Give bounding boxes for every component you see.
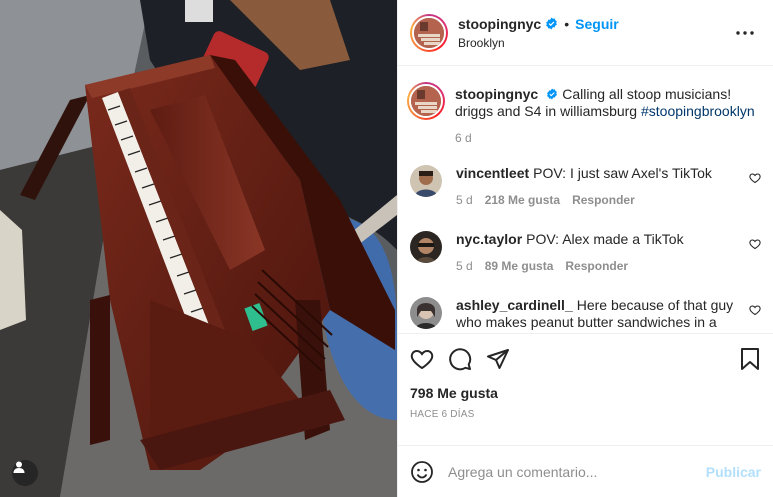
author-avatar[interactable] (410, 13, 448, 52)
verified-badge-icon (546, 88, 558, 100)
comment-input[interactable] (448, 463, 706, 480)
person-icon (13, 461, 25, 473)
post-location[interactable]: Brooklyn (458, 36, 733, 50)
comments-list[interactable]: stoopingnyc Calling all stoop musicians! … (398, 66, 773, 333)
commenter-username[interactable]: nyc.taylor (456, 231, 522, 247)
commenter-username[interactable]: ashley_cardinell_ (456, 297, 573, 313)
save-bookmark-icon[interactable] (739, 347, 761, 371)
post-caption: stoopingnyc Calling all stoop musicians! … (407, 82, 761, 147)
emoji-icon[interactable] (410, 460, 434, 484)
commenter-avatar[interactable] (410, 165, 442, 197)
piano-photo-illustration (0, 0, 397, 497)
verified-badge-icon (545, 17, 558, 30)
comment-likes[interactable]: 218 Me gusta (485, 192, 560, 209)
comment-text: POV: Alex made a TikTok (526, 231, 684, 247)
share-send-icon[interactable] (486, 347, 510, 371)
comment-age: 5 d (456, 193, 473, 207)
more-options-button[interactable] (733, 21, 757, 45)
publish-comment-button[interactable]: Publicar (706, 464, 761, 480)
stoop-avatar-image (411, 86, 441, 116)
commenter-avatar[interactable] (410, 297, 442, 329)
tagged-users-button[interactable] (12, 460, 38, 486)
caption-hashtag-link[interactable]: #stoopingbrooklyn (641, 103, 755, 119)
avatar-image (410, 165, 442, 197)
instagram-post-modal: stoopingnyc • Seguir Brooklyn stoopingny… (0, 0, 773, 497)
stoop-avatar-image (414, 17, 444, 48)
ellipsis-icon (736, 30, 754, 35)
post-details-panel: stoopingnyc • Seguir Brooklyn stoopingny… (397, 0, 773, 497)
comment-item: ashley_cardinell_ Here because of that gu… (410, 297, 761, 331)
comment-bubble-icon[interactable] (448, 347, 472, 371)
caption-username[interactable]: stoopingnyc (455, 86, 538, 102)
follow-button[interactable]: Seguir (575, 16, 619, 32)
separator-dot: • (564, 15, 570, 32)
add-comment-bar: Publicar (398, 445, 773, 497)
comment-age: 5 d (456, 259, 473, 273)
commenter-avatar[interactable] (410, 231, 442, 263)
post-timestamp: HACE 6 DÍAS (410, 409, 475, 420)
reply-button[interactable]: Responder (572, 192, 635, 209)
comment-text: POV: I just saw Axel's TikTok (533, 165, 712, 181)
like-heart-icon[interactable] (410, 347, 434, 371)
avatar-image (410, 231, 442, 263)
like-comment-heart-icon[interactable] (749, 303, 761, 319)
comment-item: vincentleet POV: I just saw Axel's TikTok… (410, 165, 761, 209)
post-photo[interactable] (0, 0, 397, 497)
reply-button[interactable]: Responder (565, 258, 628, 275)
like-comment-heart-icon[interactable] (749, 171, 761, 187)
comment-likes[interactable]: 89 Me gusta (485, 258, 554, 275)
author-username[interactable]: stoopingnyc (458, 16, 541, 32)
post-actions: 798 Me gusta HACE 6 DÍAS (398, 333, 773, 445)
avatar-image (410, 297, 442, 329)
comment-item: nyc.taylor POV: Alex made a TikTok 5 d 89… (410, 231, 761, 275)
caption-age: 6 d (455, 131, 472, 145)
commenter-username[interactable]: vincentleet (456, 165, 529, 181)
post-header: stoopingnyc • Seguir Brooklyn (398, 0, 773, 66)
likes-count[interactable]: 798 Me gusta (410, 385, 761, 401)
caption-author-avatar[interactable] (407, 82, 445, 120)
like-comment-heart-icon[interactable] (749, 237, 761, 253)
